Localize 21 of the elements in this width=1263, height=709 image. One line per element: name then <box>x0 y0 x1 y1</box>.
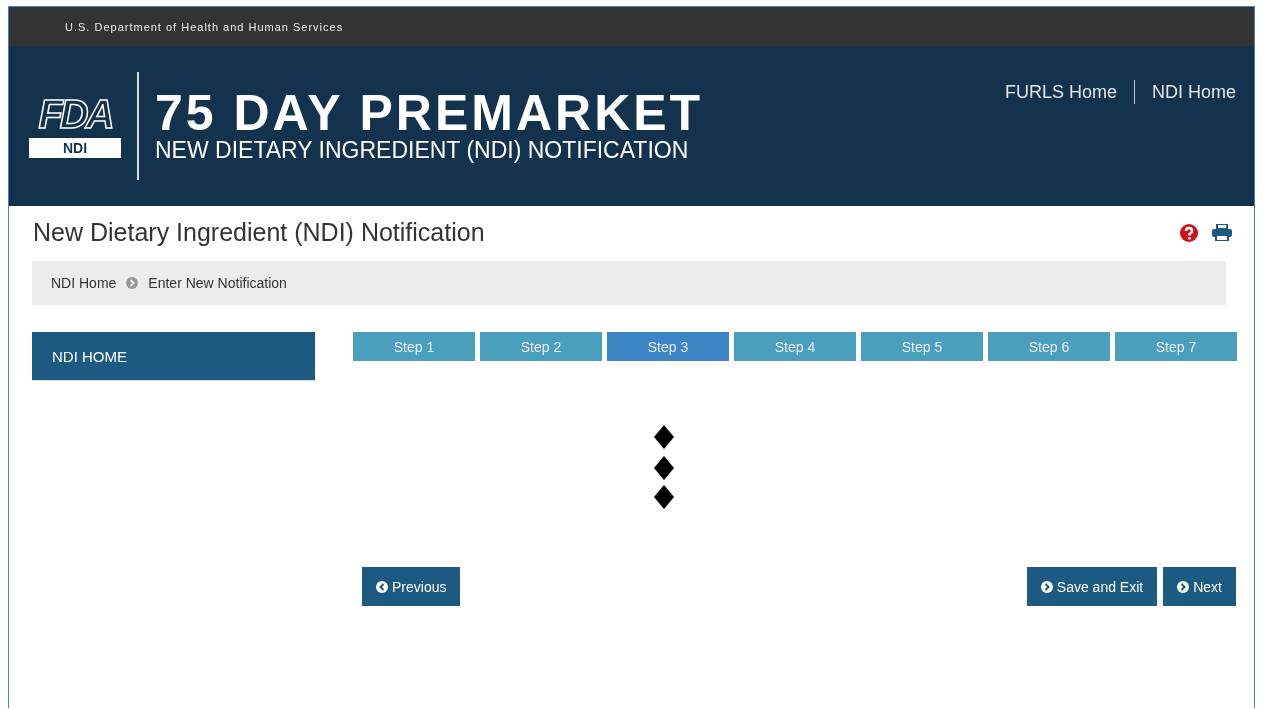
previous-button[interactable]: Previous <box>362 567 461 606</box>
help-icon[interactable] <box>1180 223 1198 242</box>
logo-badge: NDI <box>29 138 121 158</box>
chevron-right-icon <box>1177 580 1190 593</box>
site-title: 75 DAY PREMARKET <box>155 88 704 139</box>
sidebar-item[interactable]: NDI HOME <box>32 332 315 381</box>
next-button[interactable]: Next <box>1163 567 1236 606</box>
vertical-dots-icon <box>653 425 675 509</box>
chevron-left-icon <box>376 580 388 593</box>
page-title: New Dietary Ingredient (NDI) Notification <box>33 218 485 247</box>
header-link[interactable]: NDI Home <box>1152 81 1236 103</box>
agency-name: U.S. Department of Health and Human Services <box>65 20 344 33</box>
save-exit-button[interactable]: Save and Exit <box>1026 567 1158 606</box>
chevron-right-icon <box>1040 580 1053 593</box>
header-link[interactable]: FURLS Home <box>1004 81 1117 103</box>
site-subtitle: NEW DIETARY INGREDIENT (NDI) NOTIFICATION <box>155 138 690 164</box>
breadcrumb-item[interactable]: NDI Home <box>51 275 117 291</box>
chevron-right-icon <box>126 277 139 289</box>
print-icon[interactable] <box>1212 224 1232 241</box>
breadcrumb-item: Enter New Notification <box>148 275 287 291</box>
logo-mark: FDA <box>38 94 112 134</box>
